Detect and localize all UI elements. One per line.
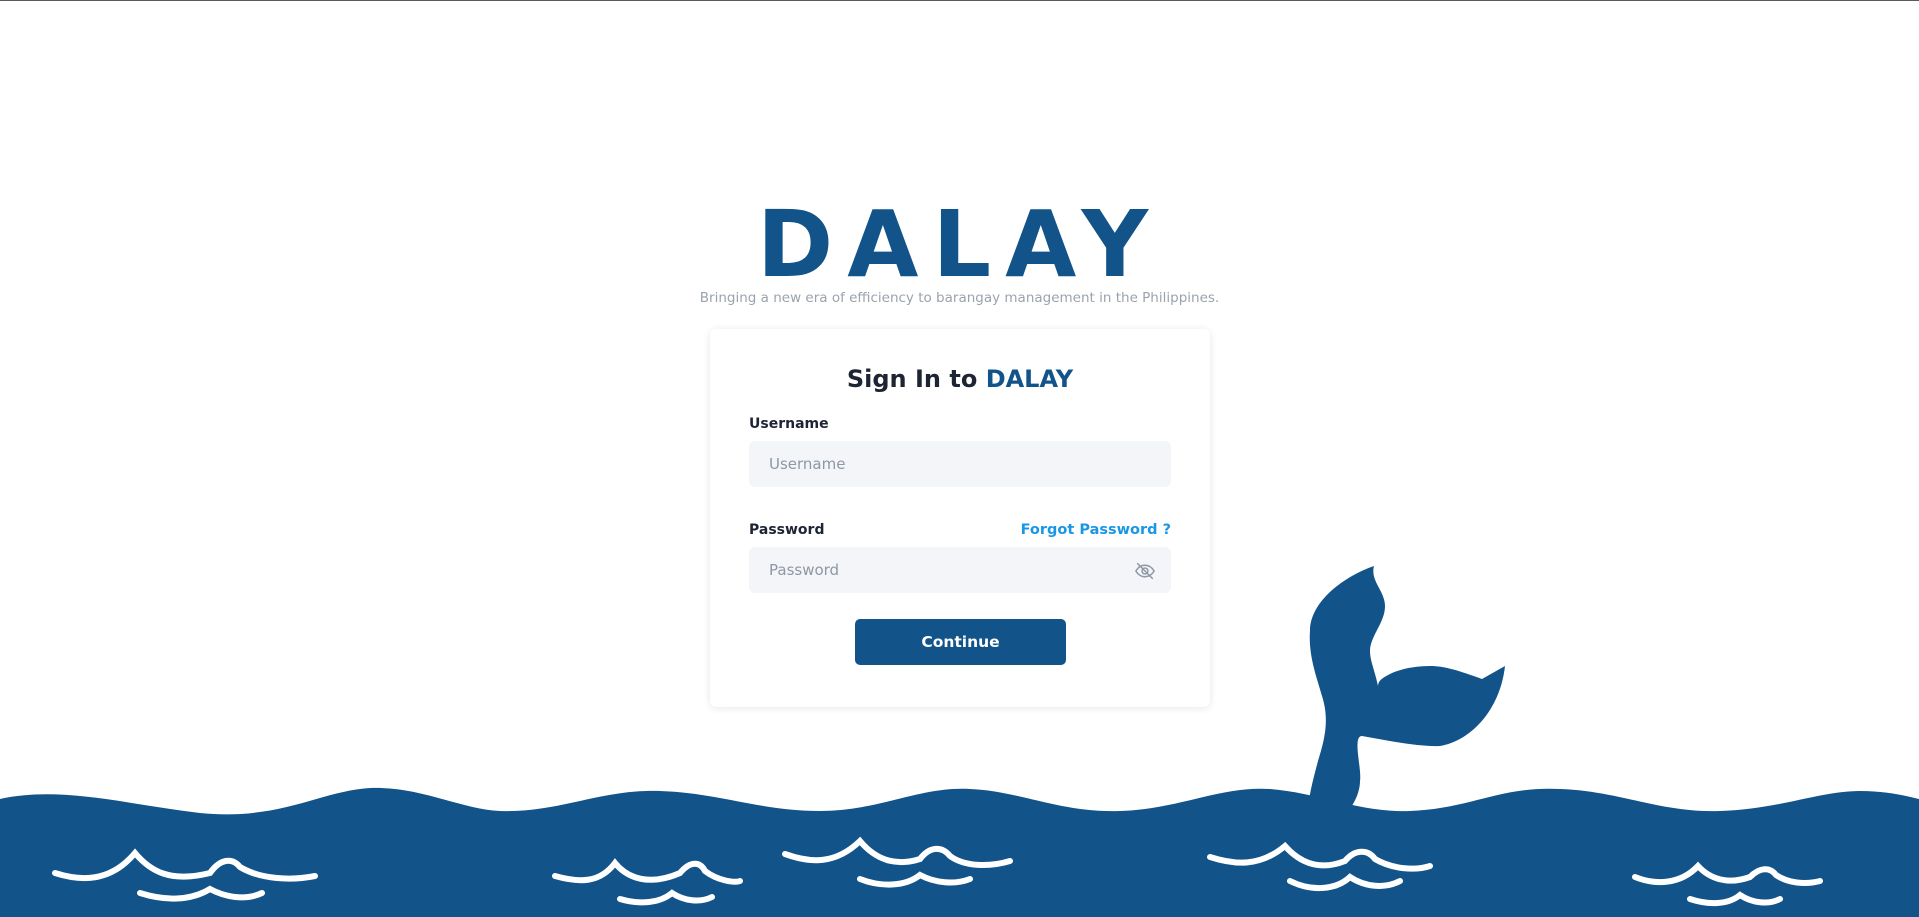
whale-tail-icon (1307, 566, 1505, 841)
signin-title: Sign In to DALAY (710, 365, 1210, 393)
username-input[interactable] (749, 441, 1171, 487)
signin-title-brand: DALAY (985, 365, 1074, 393)
ocean-illustration (0, 566, 1919, 917)
password-label: Password (749, 522, 825, 538)
login-page: DALAY Bringing a new era of efficiency t… (0, 0, 1919, 917)
forgot-password-link[interactable]: Forgot Password ? (1021, 522, 1171, 538)
brand-logo: DALAY (756, 191, 1163, 298)
username-label: Username (749, 416, 829, 432)
signin-title-prefix: Sign In to (846, 365, 978, 393)
brand-tagline: Bringing a new era of efficiency to bara… (699, 290, 1220, 306)
